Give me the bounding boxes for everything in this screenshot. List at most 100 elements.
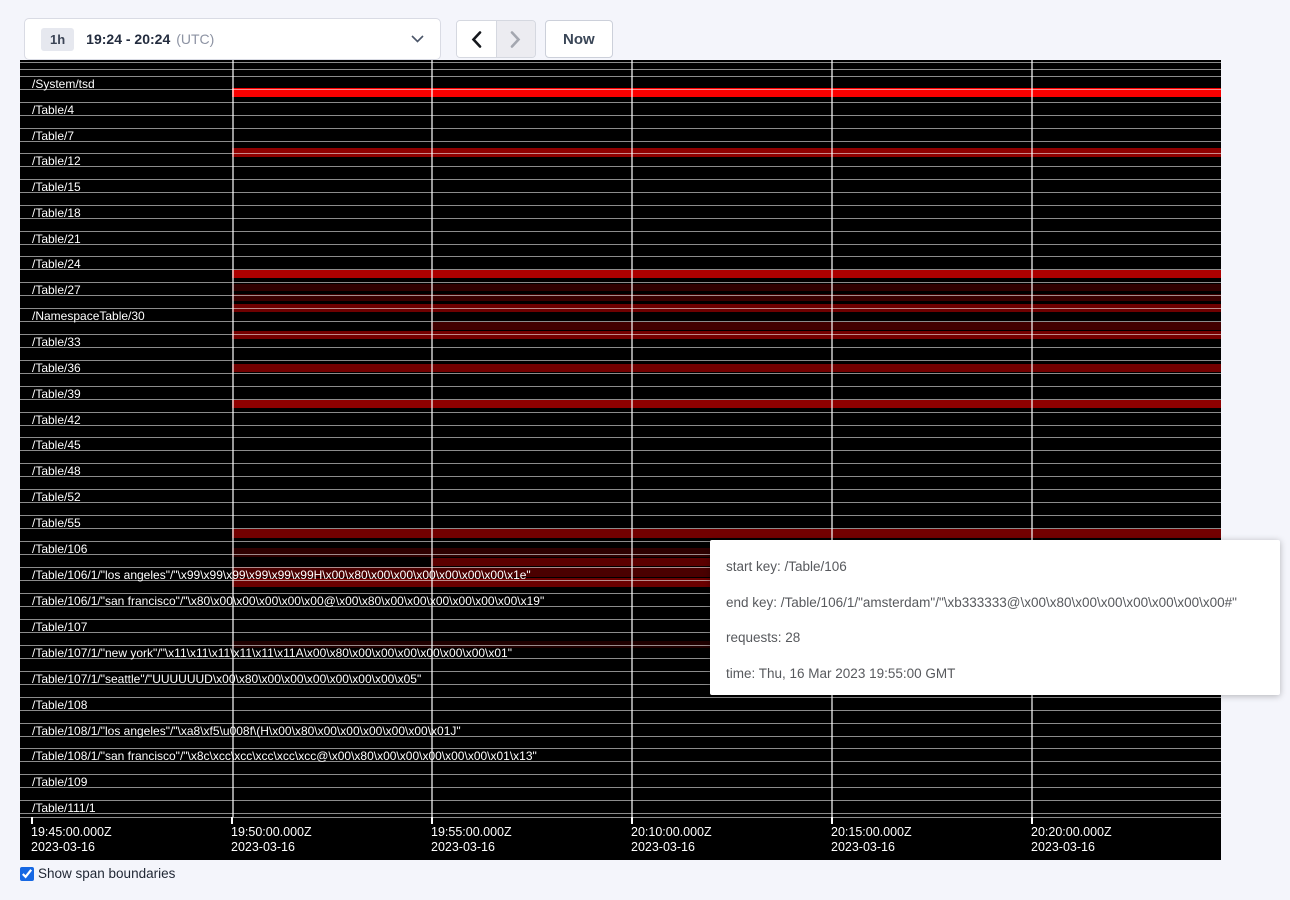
x-axis-date-label: 2023-03-16 xyxy=(1031,840,1095,855)
span-boundary-line xyxy=(20,489,1221,490)
span-boundary-line xyxy=(20,425,1221,426)
span-boundary-line xyxy=(20,115,1221,116)
time-gridline xyxy=(631,60,633,817)
next-range-button[interactable] xyxy=(496,21,535,57)
time-gridline xyxy=(831,60,833,817)
row-key-label: /NamespaceTable/30 xyxy=(32,310,145,322)
tooltip-time: time: Thu, 16 Mar 2023 19:55:00 GMT xyxy=(726,666,1264,681)
row-key-label: /Table/42 xyxy=(32,414,81,426)
span-boundary-line xyxy=(20,386,1221,387)
time-range-dropdown[interactable]: 1h 19:24 - 20:24 (UTC) xyxy=(24,18,441,60)
span-boundary-line xyxy=(20,321,1221,322)
heat-band[interactable] xyxy=(232,364,1221,372)
span-boundary-line xyxy=(20,515,1221,516)
range-duration-badge: 1h xyxy=(41,28,74,51)
span-boundary-line xyxy=(20,347,1221,348)
span-boundary-line xyxy=(20,528,1221,529)
x-axis-date-label: 2023-03-16 xyxy=(231,840,295,855)
row-key-label: /Table/4 xyxy=(32,104,74,116)
span-boundary-line xyxy=(20,218,1221,219)
x-axis-tick xyxy=(1031,817,1033,824)
span-boundary-line xyxy=(20,244,1221,245)
span-boundary-line xyxy=(20,360,1221,361)
row-key-label: /Table/108/1/"los angeles"/"\xa8\xf5\u00… xyxy=(32,725,461,737)
row-key-label: /Table/106/1/"san francisco"/"\x80\x00\x… xyxy=(32,595,544,607)
span-boundary-line xyxy=(20,62,1221,63)
row-key-label: /Table/109 xyxy=(32,776,87,788)
heat-band[interactable] xyxy=(232,529,1221,538)
span-boundary-line xyxy=(20,295,1221,296)
span-boundary-line xyxy=(20,817,1221,818)
x-axis-time-label: 19:50:00.000Z xyxy=(231,825,312,840)
span-tooltip: start key: /Table/106 end key: /Table/10… xyxy=(710,540,1280,695)
span-boundary-line xyxy=(20,269,1221,270)
row-key-label: /Table/52 xyxy=(32,491,81,503)
heat-band[interactable] xyxy=(232,400,1221,408)
key-visualizer-canvas[interactable]: /System/tsd/Table/4/Table/7/Table/12/Tab… xyxy=(20,60,1221,860)
x-axis-date-label: 2023-03-16 xyxy=(631,840,695,855)
span-boundary-line xyxy=(20,153,1221,154)
chevron-right-icon xyxy=(510,31,521,48)
time-gridline xyxy=(431,60,433,817)
span-boundary-line xyxy=(20,697,1221,698)
x-axis-date-label: 2023-03-16 xyxy=(831,840,895,855)
span-boundary-line xyxy=(20,166,1221,167)
range-label: 19:24 - 20:24 xyxy=(86,31,170,47)
span-boundary-line xyxy=(20,437,1221,438)
show-span-boundaries-checkbox[interactable] xyxy=(20,867,34,881)
span-boundary-line xyxy=(20,800,1221,801)
span-boundary-line xyxy=(20,774,1221,775)
span-boundary-line xyxy=(20,502,1221,503)
span-boundary-line xyxy=(20,256,1221,257)
row-key-label: /Table/33 xyxy=(32,336,81,348)
row-key-label: /Table/18 xyxy=(32,207,81,219)
row-key-label: /Table/24 xyxy=(32,258,81,270)
span-boundary-line xyxy=(20,308,1221,309)
chevron-left-icon xyxy=(471,31,482,48)
row-key-label: /System/tsd xyxy=(32,78,95,90)
row-key-label: /Table/111/1 xyxy=(32,802,96,814)
x-axis-time-label: 19:45:00.000Z xyxy=(31,825,112,840)
row-key-label: /Table/39 xyxy=(32,388,81,400)
span-boundary-line xyxy=(20,76,1221,77)
span-boundary-line xyxy=(20,787,1221,788)
heat-band[interactable] xyxy=(232,284,1221,291)
span-boundary-line xyxy=(20,231,1221,232)
tooltip-end-key: end key: /Table/106/1/"amsterdam"/"\xb33… xyxy=(726,595,1264,610)
span-boundary-line xyxy=(20,69,1221,70)
row-key-label: /Table/48 xyxy=(32,465,81,477)
row-key-label: /Table/106/1/"los angeles"/"\x99\x99\x99… xyxy=(32,569,531,581)
previous-range-button[interactable] xyxy=(457,21,496,57)
span-boundary-line xyxy=(20,282,1221,283)
tooltip-start-key: start key: /Table/106 xyxy=(726,559,1264,574)
show-span-boundaries-label[interactable]: Show span boundaries xyxy=(20,866,175,881)
span-boundary-line xyxy=(20,192,1221,193)
x-axis-date-label: 2023-03-16 xyxy=(31,840,95,855)
now-button[interactable]: Now xyxy=(545,20,613,58)
span-boundary-line xyxy=(20,450,1221,451)
range-timezone-label: (UTC) xyxy=(176,31,214,47)
range-pager xyxy=(456,20,536,58)
span-boundary-line xyxy=(20,463,1221,464)
row-key-label: /Table/108 xyxy=(32,699,87,711)
row-key-label: /Table/45 xyxy=(32,439,81,451)
x-axis-time-label: 20:15:00.000Z xyxy=(831,825,912,840)
row-key-label: /Table/27 xyxy=(32,284,81,296)
row-key-label: /Table/12 xyxy=(32,155,81,167)
chevron-down-icon xyxy=(411,35,424,43)
span-boundary-line xyxy=(20,89,1221,90)
tooltip-requests: requests: 28 xyxy=(726,630,1264,645)
heat-band[interactable] xyxy=(431,322,1221,330)
span-boundary-line xyxy=(20,179,1221,180)
span-boundary-line xyxy=(20,141,1221,142)
heat-band[interactable] xyxy=(232,331,1221,339)
x-axis-time-label: 20:10:00.000Z xyxy=(631,825,712,840)
footer-controls: Show span boundaries xyxy=(20,866,175,881)
row-key-label: /Table/7 xyxy=(32,130,74,142)
x-axis-time-label: 19:55:00.000Z xyxy=(431,825,512,840)
heat-band[interactable] xyxy=(232,270,1221,278)
span-boundary-line xyxy=(20,412,1221,413)
x-axis-time-label: 20:20:00.000Z xyxy=(1031,825,1112,840)
span-boundary-line xyxy=(20,102,1221,103)
row-key-label: /Table/108/1/"san francisco"/"\x8c\xcc\x… xyxy=(32,750,537,762)
